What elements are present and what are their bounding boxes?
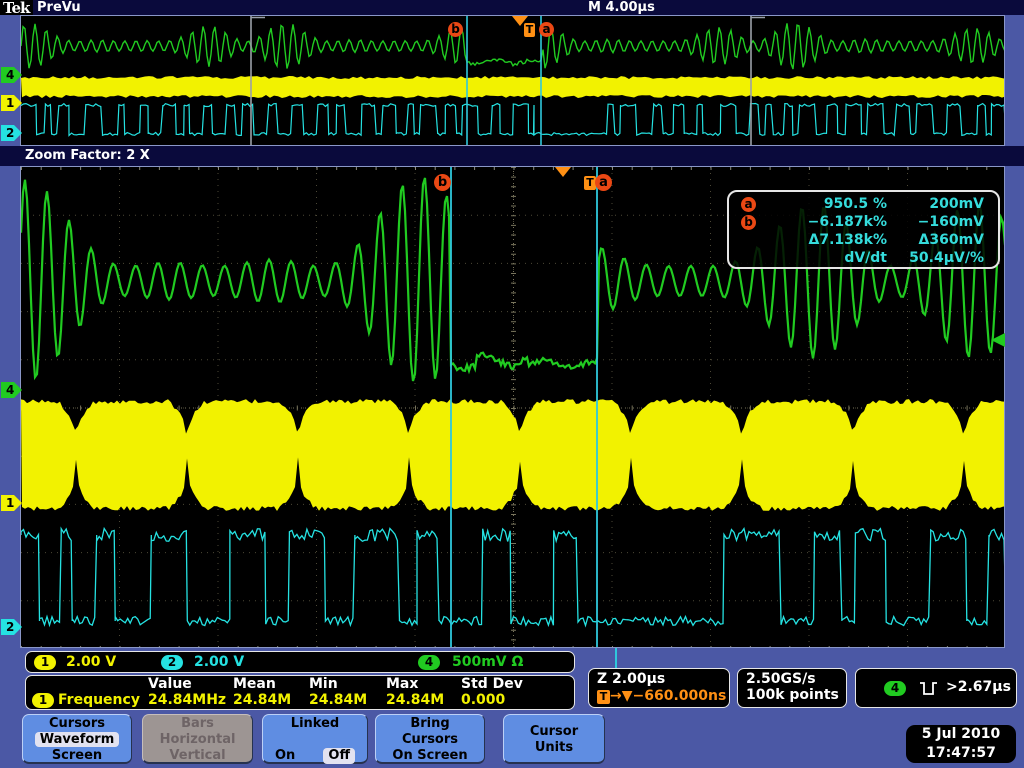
cursor-a-extension-line	[615, 648, 617, 668]
trigger-readout-box: 4 >2.67µs	[855, 668, 1017, 708]
menu-line-cursor: Cursor	[504, 724, 604, 740]
cursor-a-marker[interactable]: a	[539, 22, 554, 37]
menu-title-bars: Bars	[143, 716, 252, 732]
acquisition-status: PreVu	[37, 0, 81, 15]
cursor-a-marker-zoom[interactable]: a	[595, 174, 612, 191]
cursor-delta-voltage: Δ360mV	[887, 232, 998, 250]
menu-button-cursors[interactable]: Cursors Waveform Screen	[22, 714, 132, 764]
menu-option-on[interactable]: On	[275, 748, 295, 764]
meas-channel-badge: 1	[32, 693, 54, 708]
meas-value: 24.84MHz	[148, 692, 226, 708]
date-readout: 5 Jul 2010	[906, 725, 1016, 744]
menu-option-off[interactable]: Off	[323, 748, 355, 764]
channel-2-marker[interactable]: 2	[1, 125, 22, 141]
record-length: 100k points	[746, 687, 846, 703]
meas-mean: 24.84M	[233, 692, 291, 708]
channel-1-scale: 2.00 V	[66, 654, 116, 670]
channel-4-scale: 500mV Ω	[452, 654, 523, 670]
cursor-b-voltage: −160mV	[887, 214, 998, 232]
menu-line-units: Units	[504, 740, 604, 756]
trigger-level-icon[interactable]	[991, 333, 1005, 347]
cursor-rate-label: dV/dt	[729, 250, 887, 268]
trigger-channel-badge: 4	[884, 681, 906, 696]
menu-button-linked[interactable]: Linked On Off	[262, 714, 368, 764]
menu-option-horizontal[interactable]: Horizontal	[160, 732, 236, 747]
horizontal-readout-box: Z 2.00µs T→▼−660.000ns	[588, 668, 730, 708]
channel-2-marker-zoom[interactable]: 2	[1, 619, 22, 635]
menu-title-linked: Linked	[263, 716, 367, 732]
menu-button-bars[interactable]: Bars Horizontal Vertical	[142, 714, 253, 764]
menu-line-cursors: Cursors	[376, 732, 484, 748]
meas-header-min: Min	[309, 676, 338, 692]
channel-4-marker-zoom[interactable]: 4	[1, 382, 22, 398]
meas-header-max: Max	[386, 676, 418, 692]
overview-waveform-display	[21, 16, 1004, 145]
title-bar: Tek PreVu M 4.00µs	[0, 0, 1024, 15]
delay-marker-icon: ▼	[622, 688, 633, 704]
cursor-rate-value: 50.4µV/%	[887, 250, 998, 268]
time-readout: 17:47:57	[906, 744, 1016, 763]
cursor-a-badge: a	[741, 197, 756, 212]
delay-value: −660.000ns	[633, 688, 727, 704]
menu-option-screen[interactable]: Screen	[52, 748, 102, 763]
zoom-timebase: Z 2.00µs	[597, 671, 729, 687]
meas-header-value: Value	[148, 676, 192, 692]
delay-arrow-icon: →	[610, 688, 622, 704]
channel-2-scale: 2.00 V	[194, 654, 244, 670]
pulse-width-icon	[918, 680, 940, 697]
cursor-b-badge: b	[741, 215, 756, 230]
zoom-factor-label: Zoom Factor: 2 X	[25, 148, 150, 163]
delay-trigger-icon: T	[597, 690, 610, 704]
meas-name: Frequency	[58, 692, 140, 708]
meas-max: 24.84M	[386, 692, 444, 708]
trigger-position-icon-zoom[interactable]	[555, 167, 571, 177]
channel-readout-bar: 1 2.00 V 2 2.00 V 4 500mV Ω	[25, 651, 575, 673]
trigger-t-icon: T	[524, 23, 535, 37]
menu-title-cursors: Cursors	[23, 716, 131, 732]
oscilloscope-screen: Tek PreVu M 4.00µs b T a 4 1 2 Zoom Fact…	[0, 0, 1024, 768]
trigger-condition: >2.67µs	[946, 679, 1011, 695]
acquisition-box: 2.50GS/s 100k points	[737, 668, 847, 708]
cursor-delta-value: Δ7.138k%	[729, 232, 887, 250]
cursor-b-marker-zoom[interactable]: b	[434, 174, 451, 191]
meas-stddev: 0.000	[461, 692, 505, 708]
overview-window	[20, 15, 1005, 146]
meas-header-mean: Mean	[233, 676, 276, 692]
sample-rate: 2.50GS/s	[746, 671, 846, 687]
menu-button-cursor-units[interactable]: Cursor Units	[503, 714, 605, 764]
meas-min: 24.84M	[309, 692, 367, 708]
menu-button-bring-cursors[interactable]: Bring Cursors On Screen	[375, 714, 485, 764]
channel-1-marker-zoom[interactable]: 1	[1, 495, 22, 511]
meas-header-stddev: Std Dev	[461, 676, 523, 692]
channel-4-badge[interactable]: 4	[418, 655, 440, 670]
menu-option-vertical[interactable]: Vertical	[169, 748, 225, 763]
measurement-box: Value Mean Min Max Std Dev 1 Frequency 2…	[25, 675, 575, 710]
main-timebase-readout: M 4.00µs	[588, 0, 655, 15]
menu-line-bring: Bring	[376, 716, 484, 732]
menu-line-onscreen: On Screen	[376, 748, 484, 764]
cursor-readout-box: a 950.5 % 200mV b −6.187k% −160mV Δ7.138…	[727, 190, 1000, 269]
zoom-factor-bar: Zoom Factor: 2 X	[0, 146, 1024, 166]
cursor-b-marker[interactable]: b	[448, 22, 463, 37]
channel-2-badge[interactable]: 2	[161, 655, 183, 670]
datetime-box: 5 Jul 2010 17:47:57	[906, 725, 1016, 763]
channel-1-marker[interactable]: 1	[1, 95, 22, 111]
cursor-a-voltage: 200mV	[887, 196, 998, 214]
channel-1-badge[interactable]: 1	[34, 655, 56, 670]
menu-option-waveform[interactable]: Waveform	[35, 732, 119, 747]
channel-4-marker[interactable]: 4	[1, 67, 22, 83]
